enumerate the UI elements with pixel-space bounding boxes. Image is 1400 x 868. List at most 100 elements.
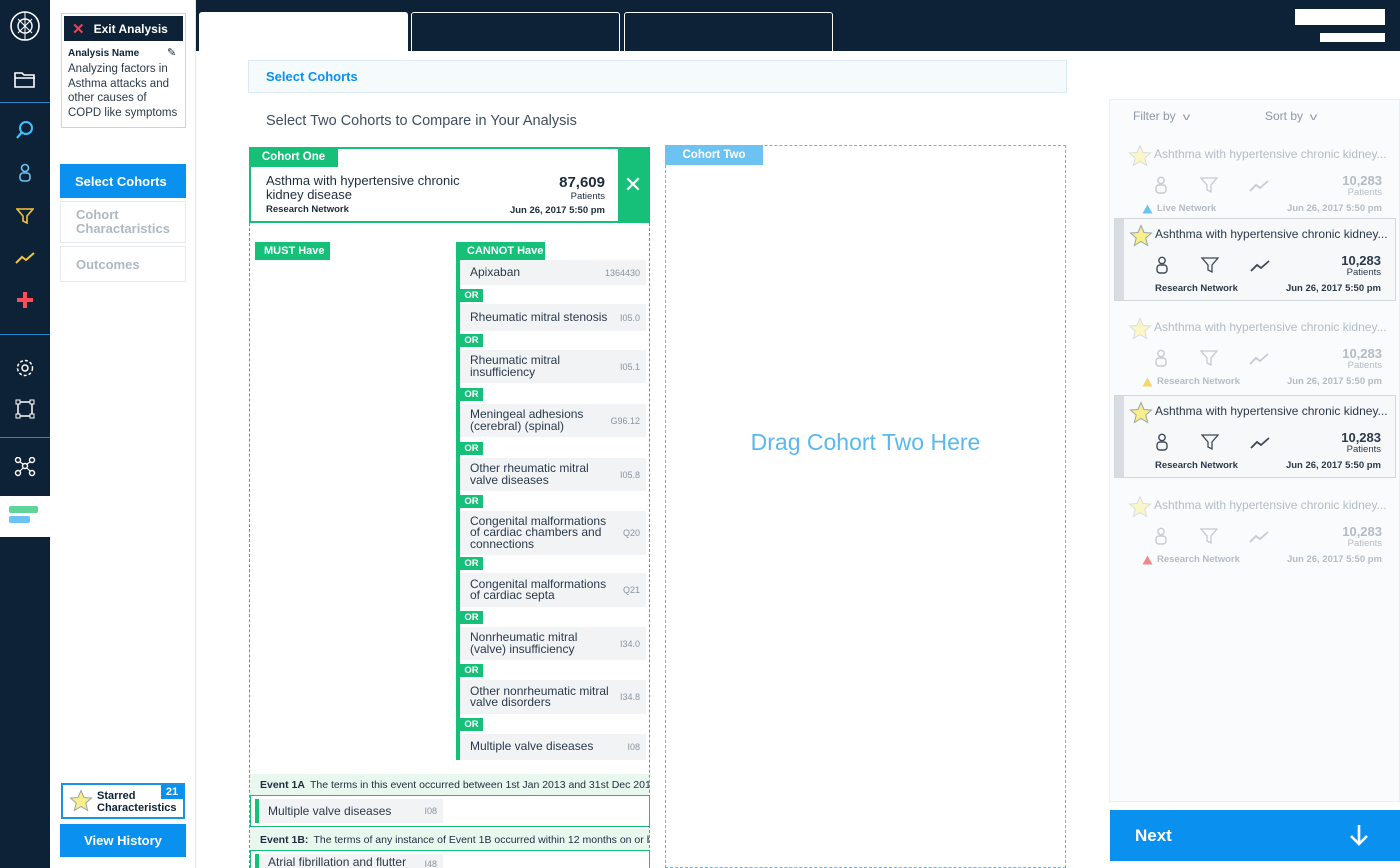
person-icon bbox=[1154, 176, 1168, 199]
cohort-card-patients: 10,283 bbox=[1342, 346, 1382, 361]
folder-icon[interactable] bbox=[0, 60, 50, 100]
cohort-card[interactable]: Ashthma with hypertensive chronic kidney… bbox=[1114, 139, 1396, 222]
warning-icon bbox=[1142, 377, 1153, 386]
person-icon[interactable] bbox=[0, 153, 50, 193]
close-icon: ✕ bbox=[623, 172, 643, 197]
cohort-card-patients: 10,283 bbox=[1342, 524, 1382, 539]
drag-handle[interactable] bbox=[1115, 219, 1124, 300]
event-1b-term[interactable]: Atrial fibrillation and flutter I48 bbox=[250, 850, 650, 868]
top-bar bbox=[196, 0, 1400, 51]
sort-dropdown[interactable]: Sort by v bbox=[1265, 109, 1318, 123]
cohort-card[interactable]: Ashthma with hypertensive chronic kidney… bbox=[1114, 395, 1396, 478]
pencil-icon[interactable]: ✎ bbox=[167, 46, 176, 59]
cohort-card-patients-label: Patients bbox=[1346, 267, 1381, 278]
plus-icon[interactable] bbox=[0, 280, 50, 320]
nav-outcomes[interactable]: Outcomes bbox=[60, 246, 186, 282]
cohort-card-patients: 10,283 bbox=[1341, 253, 1381, 268]
cannot-term[interactable]: Nonrheumatic mitral (valve) insufficienc… bbox=[460, 627, 646, 660]
filter-icon bbox=[1199, 349, 1219, 372]
cohort-one-patients: 87,609 bbox=[559, 174, 605, 191]
chevron-down-icon: v bbox=[1309, 112, 1318, 123]
trend-icon bbox=[1250, 436, 1270, 454]
starred-count-badge: 21 bbox=[161, 785, 183, 799]
layers-icon[interactable] bbox=[0, 496, 50, 537]
cohort-card-network: Research Network bbox=[1142, 554, 1240, 565]
cohort-card-network: Research Network bbox=[1155, 460, 1238, 471]
cohort-card-title: Ashthma with hypertensive chronic kidney… bbox=[1154, 147, 1387, 161]
trend-icon bbox=[1249, 352, 1269, 370]
user-role-block bbox=[1320, 33, 1385, 42]
cannot-term[interactable]: Other nonrheumatic mitral valve disorder… bbox=[460, 680, 646, 714]
or-connector: OR bbox=[460, 718, 483, 731]
cohort-card-patients-label: Patients bbox=[1346, 444, 1381, 455]
analysis-card: ✕ Exit Analysis Analysis Name ✎ Analyzin… bbox=[61, 13, 186, 128]
cohort-card-date: Jun 26, 2017 5:50 pm bbox=[1286, 554, 1382, 565]
cohort-one-date: Jun 26, 2017 5:50 pm bbox=[509, 205, 605, 216]
nav-select-cohorts[interactable]: Select Cohorts bbox=[60, 164, 186, 198]
cannot-term[interactable]: Multiple valve diseases I08 bbox=[460, 734, 646, 760]
analysis-name-text: Analyzing factors in Asthma attacks and … bbox=[68, 63, 178, 119]
cohort-two-dropzone[interactable]: Cohort Two Drag Cohort Two Here bbox=[665, 145, 1066, 868]
cannot-term[interactable]: Congenital malformations of cardiac cham… bbox=[460, 511, 646, 555]
view-history-button[interactable]: View History bbox=[60, 824, 186, 857]
event-1a-term[interactable]: Multiple valve diseases I08 bbox=[250, 795, 650, 827]
cohort-card-title: Ashthma with hypertensive chronic kidney… bbox=[1154, 498, 1387, 512]
cannot-term[interactable]: Apixaban 1364430 bbox=[460, 260, 646, 285]
page-instruction: Select Two Cohorts to Compare in Your An… bbox=[266, 113, 577, 129]
cannot-term[interactable]: Other rheumatic mitral valve diseases I05… bbox=[460, 458, 646, 491]
logo-icon[interactable] bbox=[0, 6, 50, 46]
star-icon[interactable] bbox=[1129, 224, 1153, 253]
cohort-one-card[interactable]: Cohort One Asthma with hypertensive chro… bbox=[249, 147, 650, 223]
event-1a-bar: Event 1A The terms in this event occurred… bbox=[250, 774, 649, 795]
cohort-card-title: Ashthma with hypertensive chronic kidney… bbox=[1155, 227, 1388, 241]
star-icon[interactable] bbox=[1129, 401, 1153, 430]
star-icon[interactable] bbox=[1128, 495, 1152, 524]
cohort-card-date: Jun 26, 2017 5:50 pm bbox=[1286, 376, 1382, 387]
cohort-card[interactable]: Ashthma with hypertensive chronic kidney… bbox=[1114, 312, 1396, 395]
cohort-card-patients: 10,283 bbox=[1342, 173, 1382, 188]
cohort-card-network: Research Network bbox=[1142, 376, 1240, 387]
cohort-card[interactable]: Ashthma with hypertensive chronic kidney… bbox=[1114, 490, 1396, 573]
exit-analysis-button[interactable]: ✕ Exit Analysis bbox=[64, 16, 183, 41]
filter-dropdown[interactable]: Filter by v bbox=[1133, 109, 1190, 123]
tab-1[interactable] bbox=[199, 12, 408, 51]
cohort-card[interactable]: Ashthma with hypertensive chronic kidney… bbox=[1114, 218, 1396, 301]
crop-icon[interactable] bbox=[0, 389, 50, 429]
warning-icon bbox=[1142, 555, 1153, 564]
cohort-card-patients-label: Patients bbox=[1347, 538, 1382, 549]
trend-icon bbox=[1249, 179, 1269, 197]
nav-cohort-characteristics[interactable]: Cohort Charactaristics bbox=[60, 201, 186, 243]
or-connector: OR bbox=[460, 611, 483, 624]
search-icon[interactable] bbox=[0, 110, 50, 150]
or-connector: OR bbox=[460, 334, 483, 347]
cohort-card-date: Jun 26, 2017 5:50 pm bbox=[1286, 203, 1382, 214]
network-icon[interactable] bbox=[0, 447, 50, 487]
filter-icon[interactable] bbox=[0, 196, 50, 236]
cannot-term[interactable]: Meningeal adhesions (cerebral) (spinal) G… bbox=[460, 404, 646, 437]
star-icon[interactable] bbox=[1128, 144, 1152, 173]
cohort-one-patients-label: Patients bbox=[570, 191, 605, 202]
tab-3[interactable] bbox=[624, 12, 833, 51]
user-name-block[interactable] bbox=[1295, 9, 1385, 25]
cohort-card-date: Jun 26, 2017 5:50 pm bbox=[1285, 283, 1381, 294]
gear-icon[interactable] bbox=[0, 348, 50, 388]
starred-characteristics-button[interactable]: Starred Characteristics 21 bbox=[61, 783, 185, 819]
next-button[interactable]: Next bbox=[1110, 810, 1400, 861]
cohort-card-network: Live Network bbox=[1142, 203, 1216, 214]
tab-2[interactable] bbox=[411, 12, 620, 51]
drag-handle[interactable] bbox=[1115, 396, 1124, 477]
section-title: Select Cohorts bbox=[248, 60, 1067, 93]
cannot-term[interactable]: Rheumatic mitral stenosis I05.0 bbox=[460, 304, 646, 331]
remove-cohort-one-button[interactable]: ✕ bbox=[618, 149, 648, 221]
star-icon[interactable] bbox=[1128, 317, 1152, 346]
cannot-term[interactable]: Congenital malformations of cardiac sept… bbox=[460, 573, 646, 607]
cohort-one-tag: Cohort One bbox=[249, 147, 338, 167]
star-icon bbox=[69, 789, 93, 818]
cohort-card-patients-label: Patients bbox=[1347, 187, 1382, 198]
filter-icon bbox=[1199, 176, 1219, 199]
trend-icon[interactable] bbox=[0, 238, 50, 278]
cohort-one-name: Asthma with hypertensive chronic kidney … bbox=[266, 173, 460, 202]
cannot-term[interactable]: Rheumatic mitral insufficiency I05.1 bbox=[460, 350, 646, 383]
icon-rail bbox=[0, 0, 50, 868]
cohort-card-date: Jun 26, 2017 5:50 pm bbox=[1285, 460, 1381, 471]
